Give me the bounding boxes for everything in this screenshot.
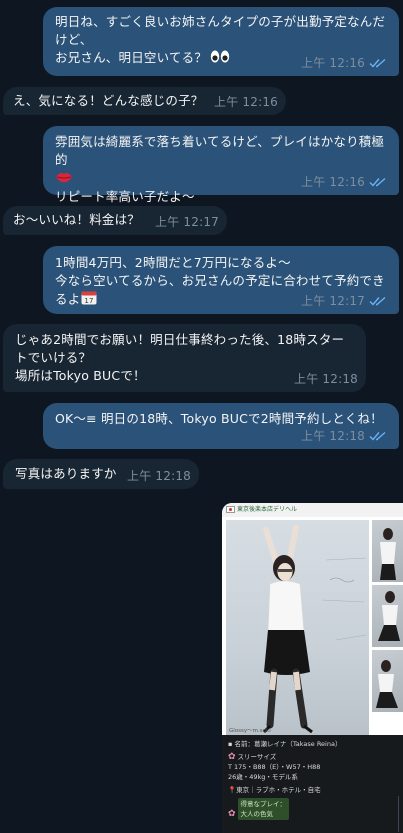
message-bubble-incoming[interactable]: お～いいね！料金は？ 上午 12:17 xyxy=(3,206,227,235)
message-meta: 上午 12:17 xyxy=(301,292,387,310)
message-time: 上午 12:16 xyxy=(301,56,365,70)
scroll-edge xyxy=(398,796,403,832)
double-check-icon xyxy=(369,58,386,68)
double-check-icon xyxy=(369,296,386,306)
message-text: OK～≡ 明日の18時、Tokyo BUCで2時間予約しとくね！ xyxy=(55,411,383,426)
message-meta: 上午 12:18 xyxy=(127,467,191,485)
lips-emoji xyxy=(55,170,73,188)
message-meta: 上午 12:16 xyxy=(301,54,387,72)
message-time: 上午 12:17 xyxy=(301,294,365,308)
three-size-label-row: ✿ スリーサイズ xyxy=(228,752,277,762)
message-time: 上午 12:17 xyxy=(155,215,219,229)
message-time: 上午 12:18 xyxy=(127,469,191,483)
profile-info: ▪ 名前：葛瀬レイナ（Takase Reina） ✿ スリーサイズ T 175・B… xyxy=(222,735,403,833)
eyes-emoji xyxy=(210,50,230,68)
svg-text:Glossy～m.suki: Glossy～m.suki xyxy=(229,728,271,734)
message-time: 上午 12:16 xyxy=(214,95,278,109)
message-text: 写真はありますか xyxy=(15,466,117,481)
message-time: 上午 12:18 xyxy=(301,429,365,443)
photo-thumbnail xyxy=(372,650,403,712)
message-bubble-outgoing[interactable]: 明日ね、すごく良いお姉さんタイプの子が出勤予定なんだけど、 お兄さん、明日空いて… xyxy=(43,7,399,76)
message-meta: 上午 12:17 xyxy=(155,213,219,231)
message-bubble-incoming[interactable]: え、気になる！どんな感じの子？ 上午 12:16 xyxy=(3,87,286,115)
message-bubble-outgoing[interactable]: 1時間4万円、2時間だと7万円になるよ～ 今なら空いてるから、お兄さんの予定に合… xyxy=(43,246,399,314)
message-time: 上午 12:16 xyxy=(301,175,365,189)
message-text-line2: リピート率高い子だよ～ xyxy=(55,188,195,204)
message-bubble-outgoing[interactable]: OK～≡ 明日の18時、Tokyo BUCで2時間予約しとくね！ 上午 12:1… xyxy=(43,403,399,449)
area-row: 📍東京｜ラブホ・ホテル・自宅 xyxy=(228,786,321,794)
message-text: 雰囲気は綺麗系で落ち着いてるけど、プレイはかなり積極的 xyxy=(55,134,385,167)
double-check-icon xyxy=(369,177,386,187)
message-meta: 上午 12:16 xyxy=(301,173,387,191)
flower-icon: ✿ xyxy=(228,809,236,819)
pin-icon: 📍 xyxy=(228,786,237,794)
message-bubble-outgoing[interactable]: 雰囲気は綺麗系で落ち着いてるけど、プレイはかなり積極的 リピート率高い子だよ～ … xyxy=(43,126,399,204)
svg-text:17: 17 xyxy=(85,297,94,305)
message-time: 上午 12:18 xyxy=(294,372,358,386)
three-size-value: T 175・B88（E）・W57・H88 xyxy=(228,763,321,771)
photo-thumbnail xyxy=(372,585,403,647)
calendar-emoji: 17 xyxy=(81,290,97,310)
name-row: ▪ 名前：葛瀬レイナ（Takase Reina） xyxy=(228,740,342,748)
message-bubble-incoming[interactable]: 写真はありますか 上午 12:18 xyxy=(3,459,199,489)
message-meta: 上午 12:18 xyxy=(294,370,358,388)
age-row: 26歳・49kg・モデル系 xyxy=(228,773,298,781)
message-text: お～いいね！料金は？ xyxy=(13,212,141,227)
double-check-icon xyxy=(369,431,386,441)
flag-icon xyxy=(226,506,235,513)
message-meta: 上午 12:16 xyxy=(214,93,278,111)
photo-header: 東京後楽本店デリヘル xyxy=(222,503,403,517)
message-bubble-incoming[interactable]: じゃあ2時間でお願い！明日仕事終わった後、18時スタートでいける？ 場所はTok… xyxy=(3,324,366,392)
flower-icon: ✿ xyxy=(228,752,236,762)
photo-thumbnail xyxy=(372,520,403,582)
photo-message[interactable]: 東京後楽本店デリヘル Glossy～m.suki ▪ 名前：葛瀬レイナ（Taka… xyxy=(222,503,403,833)
play-row: ✿得意なプレイ： 大人の色気 xyxy=(228,798,399,820)
message-meta: 上午 12:18 xyxy=(301,427,387,445)
play-tag: 得意なプレイ： 大人の色気 xyxy=(237,798,290,820)
message-text: え、気になる！どんな感じの子？ xyxy=(13,93,204,108)
main-photo: Glossy～m.suki xyxy=(226,520,369,735)
